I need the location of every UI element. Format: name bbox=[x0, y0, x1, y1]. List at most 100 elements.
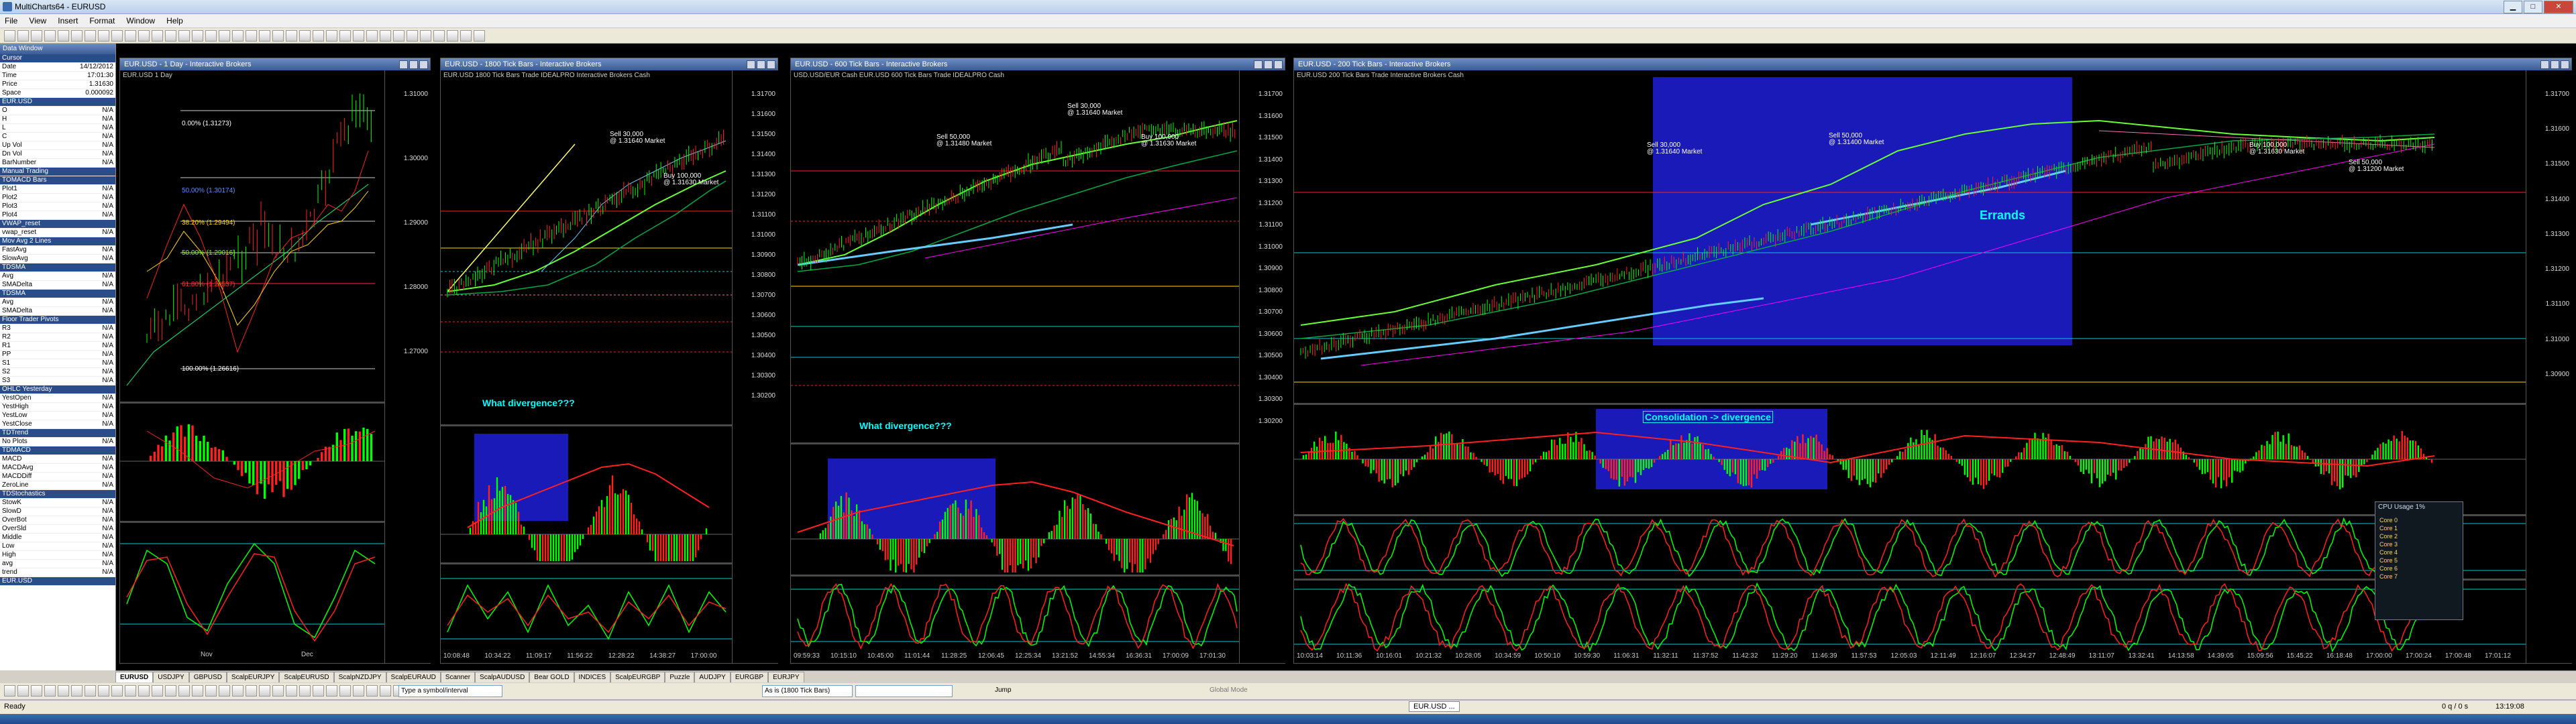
toolbar-button-icon[interactable] bbox=[219, 685, 230, 697]
toolbar-button-icon[interactable] bbox=[460, 30, 472, 42]
pane-separator[interactable] bbox=[120, 402, 384, 404]
toolbar-button-icon[interactable] bbox=[4, 685, 15, 697]
chart-title[interactable]: EUR.USD - 1 Day - Interactive Brokers bbox=[120, 58, 430, 70]
toolbar-button-icon[interactable] bbox=[380, 30, 391, 42]
toolbar-button-icon[interactable] bbox=[326, 685, 337, 697]
pane-separator[interactable] bbox=[1294, 403, 2526, 405]
workspace-tab[interactable]: ScalpEURAUD bbox=[386, 672, 441, 682]
toolbar-button-icon[interactable] bbox=[192, 30, 203, 42]
toolbar-button-icon[interactable] bbox=[4, 30, 15, 42]
toolbar-button-icon[interactable] bbox=[85, 30, 96, 42]
stochastic-plot-600tick[interactable] bbox=[791, 577, 1239, 652]
toolbar-button-icon[interactable] bbox=[44, 30, 56, 42]
toolbar-button-icon[interactable] bbox=[31, 30, 42, 42]
toolbar-button-icon[interactable] bbox=[286, 685, 297, 697]
order-marker[interactable]: @ 1.31630 Market bbox=[2248, 148, 2306, 156]
minimize-icon[interactable]: ▁ bbox=[2504, 1, 2522, 13]
toolbar-button-icon[interactable] bbox=[313, 30, 324, 42]
toolbar-button-icon[interactable] bbox=[259, 685, 270, 697]
order-marker[interactable]: @ 1.31640 Market bbox=[1066, 109, 1124, 117]
toolbar-button-icon[interactable] bbox=[380, 685, 391, 697]
toolbar-button-icon[interactable] bbox=[353, 685, 364, 697]
macd-plot-1800tick[interactable] bbox=[441, 427, 732, 561]
toolbar-button-icon[interactable] bbox=[259, 30, 270, 42]
toolbar-button-icon[interactable] bbox=[58, 685, 69, 697]
toolbar-button-icon[interactable] bbox=[353, 30, 364, 42]
toolbar-button-icon[interactable] bbox=[58, 30, 69, 42]
workspace-tab[interactable]: Bear GOLD bbox=[529, 672, 574, 682]
toolbar-button-icon[interactable] bbox=[246, 685, 257, 697]
resolution-extra-select[interactable] bbox=[855, 685, 953, 697]
toolbar-button-icon[interactable] bbox=[433, 30, 445, 42]
toolbar-button-icon[interactable] bbox=[246, 30, 257, 42]
pane-separator[interactable] bbox=[441, 424, 732, 426]
price-plot-1800tick[interactable] bbox=[441, 70, 732, 424]
minimize-icon[interactable] bbox=[1254, 60, 1263, 69]
minimize-icon[interactable] bbox=[2540, 60, 2549, 69]
toolbar-button-icon[interactable] bbox=[71, 685, 83, 697]
maximize-icon[interactable] bbox=[1264, 60, 1273, 69]
toolbar-button-icon[interactable] bbox=[111, 685, 123, 697]
order-marker[interactable]: @ 1.31400 Market bbox=[1827, 139, 1885, 146]
workspace-tab[interactable]: EURGBP bbox=[730, 672, 769, 682]
pane-separator[interactable] bbox=[791, 442, 1239, 444]
jump-button[interactable]: Jump bbox=[993, 685, 1026, 696]
toolbar-button-icon[interactable] bbox=[71, 30, 83, 42]
menu-view[interactable]: View bbox=[24, 14, 51, 27]
macd-plot-600tick[interactable] bbox=[791, 445, 1239, 572]
workspace-tab[interactable]: INDICES bbox=[574, 672, 611, 682]
pane-separator[interactable] bbox=[120, 521, 384, 523]
workspace-tab[interactable]: Scanner bbox=[440, 672, 476, 682]
close-icon[interactable] bbox=[1274, 60, 1283, 69]
global-mode-toggle[interactable]: Global Mode bbox=[1208, 685, 1263, 696]
toolbar-button-icon[interactable] bbox=[366, 30, 378, 42]
toolbar-button-icon[interactable] bbox=[178, 30, 190, 42]
toolbar-button-icon[interactable] bbox=[125, 685, 136, 697]
workspace-tab[interactable]: ScalpAUDUSD bbox=[475, 672, 530, 682]
toolbar-button-icon[interactable] bbox=[339, 685, 351, 697]
chart-title[interactable]: EUR.USD - 200 Tick Bars - Interactive Br… bbox=[1294, 58, 2571, 70]
toolbar-button-icon[interactable] bbox=[17, 30, 29, 42]
toolbar-button-icon[interactable] bbox=[44, 685, 56, 697]
maximize-icon[interactable] bbox=[757, 60, 765, 69]
menu-help[interactable]: Help bbox=[162, 14, 188, 27]
toolbar-button-icon[interactable] bbox=[407, 30, 418, 42]
chart-title[interactable]: EUR.USD - 600 Tick Bars - Interactive Br… bbox=[791, 58, 1285, 70]
toolbar-button-icon[interactable] bbox=[17, 685, 29, 697]
close-icon[interactable] bbox=[2561, 60, 2569, 69]
chart-window-1day[interactable]: EUR.USD - 1 Day - Interactive Brokers EU… bbox=[119, 58, 431, 664]
workspace-tab[interactable]: ScalpEURGBP bbox=[610, 672, 665, 682]
maximize-icon[interactable] bbox=[2551, 60, 2559, 69]
toolbar-button-icon[interactable] bbox=[125, 30, 136, 42]
toolbar-button-icon[interactable] bbox=[85, 685, 96, 697]
order-marker[interactable]: @ 1.31480 Market bbox=[935, 140, 993, 147]
menu-insert[interactable]: Insert bbox=[53, 14, 83, 27]
price-plot-600tick[interactable] bbox=[791, 70, 1239, 442]
toolbar-button-icon[interactable] bbox=[111, 30, 123, 42]
workspace-tab[interactable]: GBPUSD bbox=[189, 672, 227, 682]
chart-window-1800tick[interactable]: EUR.USD - 1800 Tick Bars - Interactive B… bbox=[440, 58, 778, 664]
pane-separator[interactable] bbox=[441, 562, 732, 564]
workspace-tab[interactable]: EURJPY bbox=[768, 672, 804, 682]
toolbar-button-icon[interactable] bbox=[219, 30, 230, 42]
toolbar-button-icon[interactable] bbox=[192, 685, 203, 697]
workspace-tab[interactable]: ScalpNZDJPY bbox=[333, 672, 386, 682]
pane-separator[interactable] bbox=[1294, 514, 2526, 516]
annotation-text[interactable]: Errands bbox=[1978, 208, 2027, 223]
annotation-text[interactable]: What divergence??? bbox=[858, 420, 953, 431]
order-marker[interactable]: @ 1.31640 Market bbox=[608, 137, 666, 145]
resolution-select[interactable]: As is (1800 Tick Bars) bbox=[762, 685, 853, 697]
maximize-icon[interactable] bbox=[409, 60, 418, 69]
status-task[interactable]: EUR.USD ... bbox=[1409, 701, 1460, 712]
chart-window-600tick[interactable]: EUR.USD - 600 Tick Bars - Interactive Br… bbox=[790, 58, 1285, 664]
macd-plot-200tick[interactable] bbox=[1294, 406, 2526, 513]
minimize-icon[interactable] bbox=[747, 60, 755, 69]
order-marker[interactable]: @ 1.31200 Market bbox=[2347, 166, 2405, 173]
toolbar-button-icon[interactable] bbox=[152, 685, 163, 697]
symbol-input[interactable]: Type a symbol/interval bbox=[398, 685, 502, 697]
workspace-tab[interactable]: USDJPY bbox=[153, 672, 189, 682]
order-marker[interactable]: @ 1.31640 Market bbox=[1646, 148, 1703, 156]
toolbar-button-icon[interactable] bbox=[31, 685, 42, 697]
close-icon[interactable]: ✕ bbox=[2544, 1, 2573, 13]
toolbar-button-icon[interactable] bbox=[178, 685, 190, 697]
